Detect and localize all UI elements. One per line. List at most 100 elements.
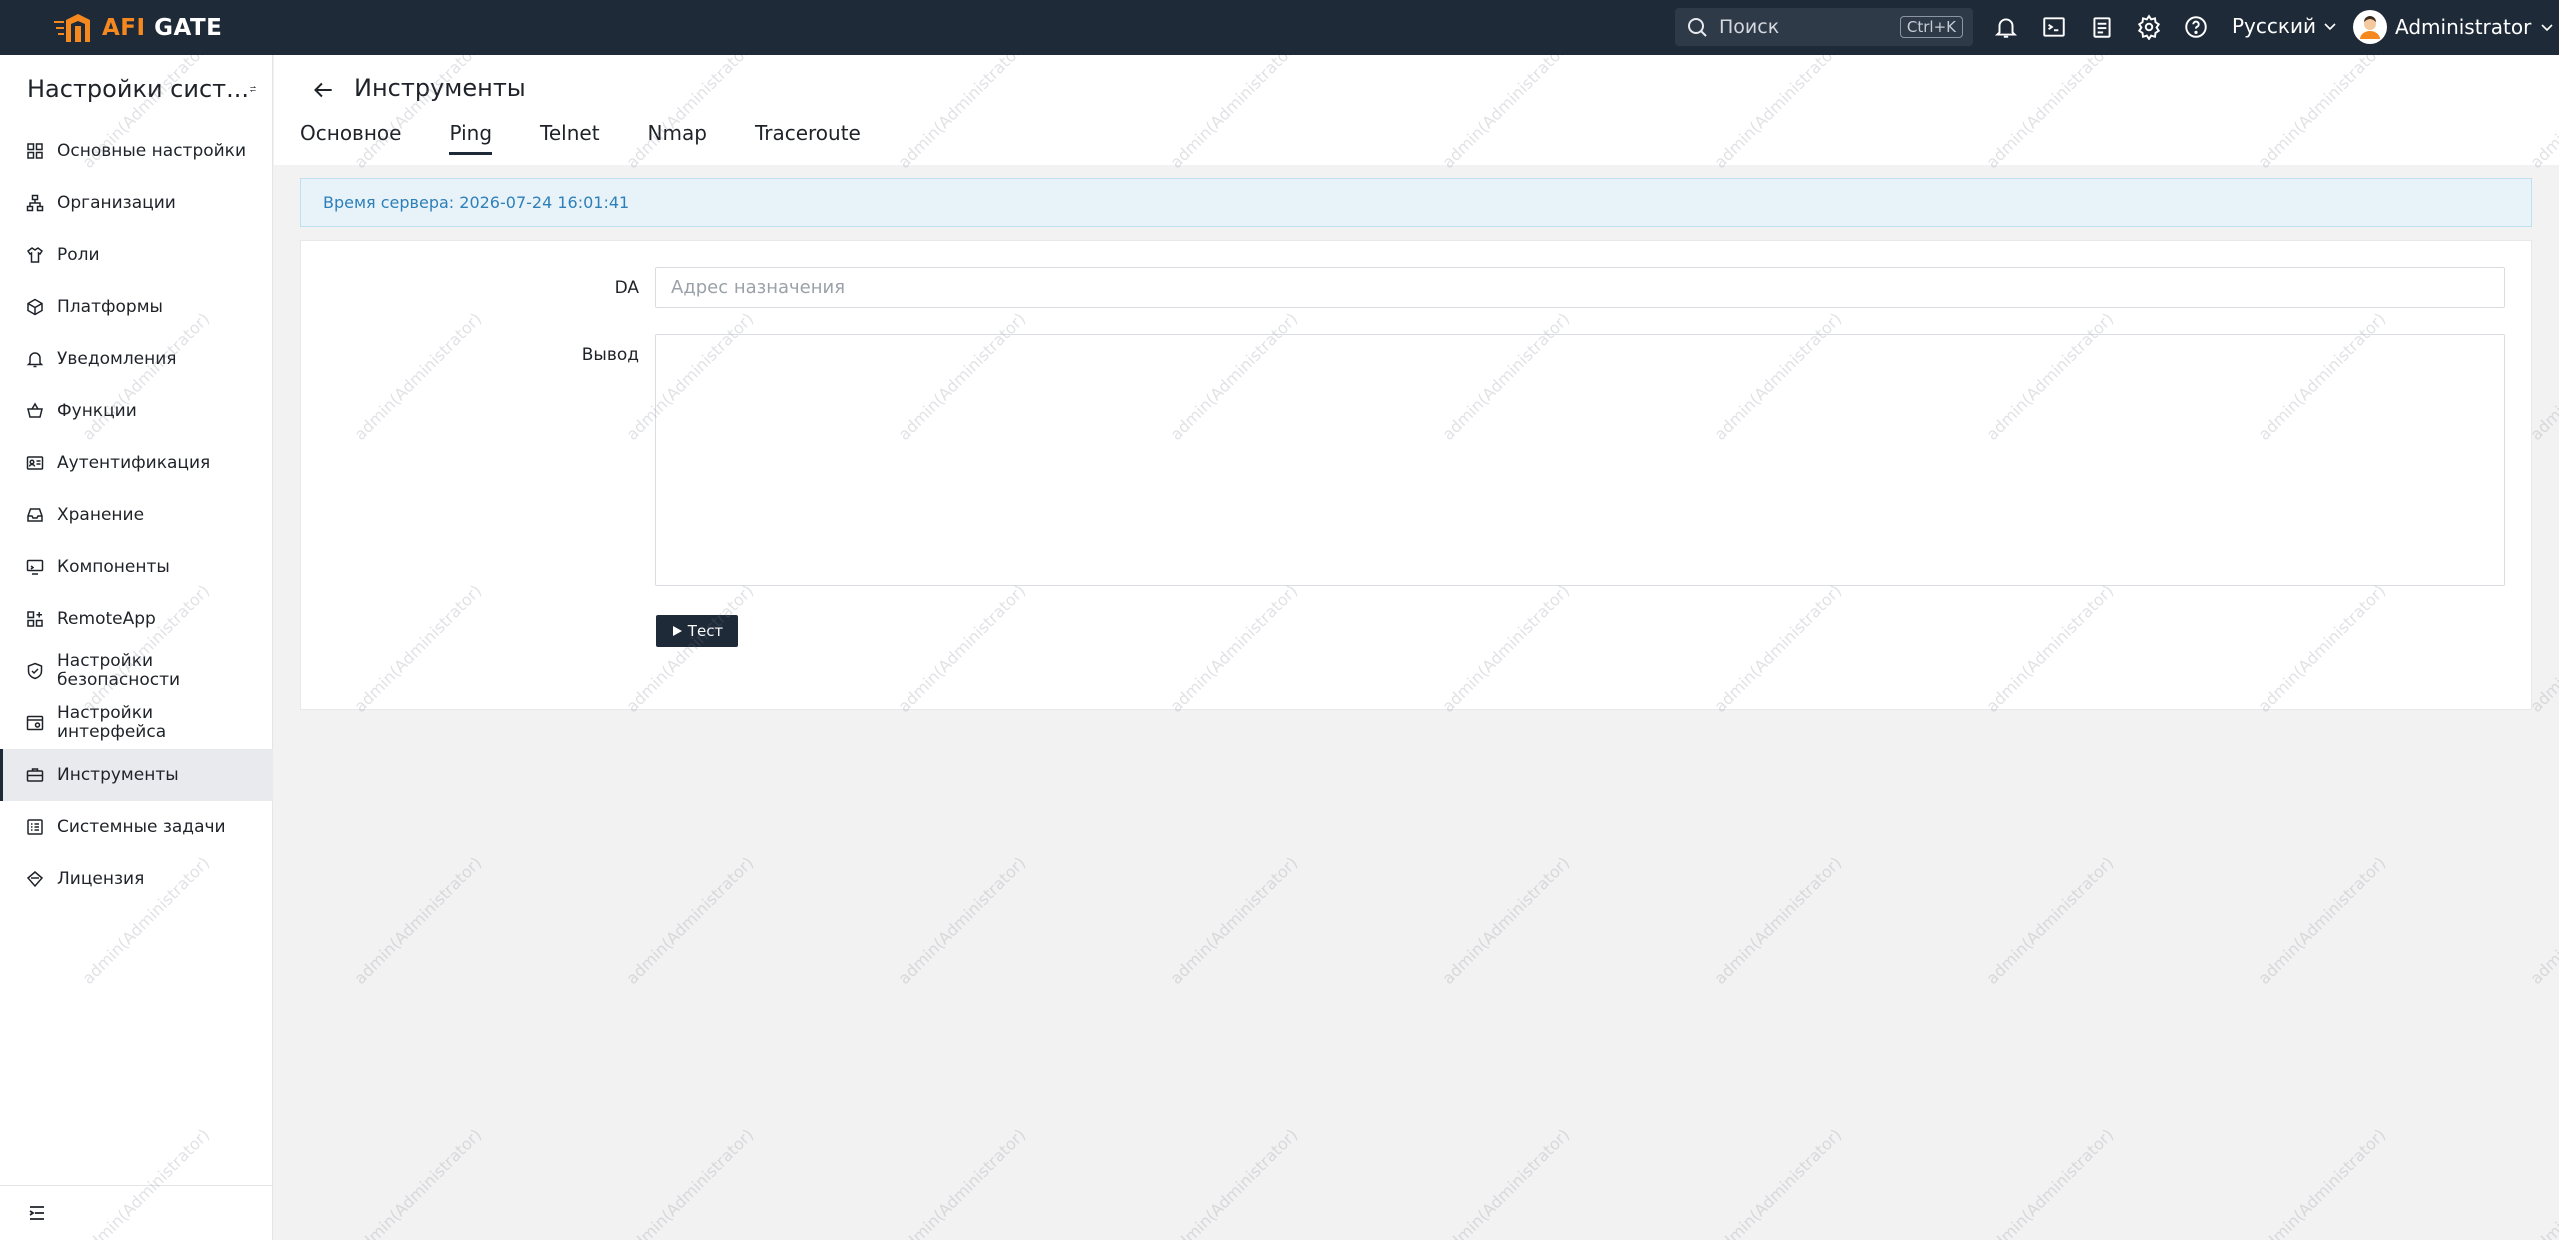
sidebar-item-interface-settings[interactable]: Настройки интерфейса <box>0 697 273 749</box>
search-placeholder: Поиск <box>1719 16 1780 38</box>
page-title: Инструменты <box>354 74 526 102</box>
sidebar-item-tools[interactable]: Инструменты <box>0 749 273 801</box>
id-card-icon <box>26 456 44 470</box>
tasks-icon <box>27 819 43 835</box>
sidebar-item-license[interactable]: Лицензия <box>0 853 273 905</box>
watermark-text: admin(Administrator) <box>622 853 758 988</box>
sidebar-item-organizations[interactable]: Организации <box>0 177 273 229</box>
logo-text-rest: GATE <box>154 15 223 41</box>
gear-icon[interactable] <box>2136 14 2162 40</box>
collapse-menu-icon[interactable] <box>27 1203 47 1223</box>
clipboard-icon[interactable] <box>2089 14 2115 40</box>
sidebar-item-label: Роли <box>57 245 100 265</box>
terminal-icon[interactable] <box>2041 14 2067 40</box>
sidebar-item-label: RemoteApp <box>57 609 156 629</box>
back-arrow-icon[interactable] <box>310 77 336 103</box>
sidebar-item-authentication[interactable]: Аутентификация <box>0 437 273 489</box>
test-button-label: Тест <box>687 622 724 640</box>
sidebar-item-components[interactable]: Компоненты <box>0 541 273 593</box>
watermark-text: admin(Administrator) <box>2254 1125 2390 1240</box>
inbox-icon <box>27 508 43 522</box>
tab-ping[interactable]: Ping <box>449 121 492 155</box>
sidebar-item-storage[interactable]: Хранение <box>0 489 273 541</box>
watermark-text: admin(Administrator) <box>1438 1125 1574 1240</box>
logo-text-accent: AFI <box>102 15 146 41</box>
settings-sidebar: Настройки сист... Основные настройки Орг… <box>0 55 273 1240</box>
server-time-alert: Время сервера: 2026-07-24 16:01:41 <box>300 178 2532 227</box>
shirt-icon <box>26 247 44 263</box>
sidebar-item-notifications[interactable]: Уведомления <box>0 333 273 385</box>
watermark-text: admin(Administrator) <box>350 853 486 988</box>
sidebar-item-label: Уведомления <box>57 349 177 369</box>
switch-arrows-icon[interactable] <box>249 77 257 101</box>
sidebar-title: Настройки сист... <box>27 75 250 103</box>
sidebar-item-security-settings[interactable]: Настройки безопасности <box>0 645 273 697</box>
sidebar-item-label: Организации <box>57 193 176 213</box>
watermark-text: admin(Administrator) <box>622 1125 758 1240</box>
tools-tabs: Основное Ping Telnet Nmap Traceroute <box>300 121 909 155</box>
sidebar-item-label: Хранение <box>57 505 145 525</box>
sidebar-item-label: Платформы <box>57 297 163 317</box>
watermark-text: admin(Administrator) <box>1166 853 1302 988</box>
app-logo[interactable]: AFI GATE <box>52 12 222 44</box>
help-icon[interactable] <box>2183 14 2209 40</box>
sidebar-item-label: Инструменты <box>57 765 179 785</box>
tab-telnet[interactable]: Telnet <box>540 121 600 155</box>
sidebar-item-label: Лицензия <box>57 869 145 889</box>
watermark-text: admin(Administrator) <box>2526 1125 2559 1240</box>
test-button[interactable]: Тест <box>656 615 738 647</box>
user-menu[interactable]: Administrator <box>2353 10 2555 44</box>
logo-mark-icon <box>54 14 90 42</box>
ping-form-card: DA Вывод Тест <box>300 240 2532 710</box>
watermark-text: admin(Administrator) <box>1166 1125 1302 1240</box>
apps-icon <box>27 611 43 627</box>
sidebar-item-platforms[interactable]: Платформы <box>0 281 273 333</box>
sidebar-item-roles[interactable]: Роли <box>0 229 273 281</box>
avatar <box>2353 10 2387 44</box>
chevron-down-icon <box>2541 24 2553 32</box>
sidebar-item-label: Настройки безопасности <box>57 651 181 690</box>
basket-icon <box>27 402 43 418</box>
bell-icon[interactable] <box>1993 14 2019 40</box>
shield-icon <box>27 662 43 680</box>
sidebar-item-basic-settings[interactable]: Основные настройки <box>0 125 273 177</box>
watermark-text: admin(Administrator) <box>1710 853 1846 988</box>
output-label: Вывод <box>581 345 639 365</box>
watermark-text: admin(Administrator) <box>350 1125 486 1240</box>
sidebar-item-label: Функции <box>57 401 137 421</box>
watermark-text: admin(Administrator) <box>1710 1125 1846 1240</box>
tab-nmap[interactable]: Nmap <box>648 121 707 155</box>
sidebar-item-remoteapp[interactable]: RemoteApp <box>0 593 273 645</box>
bell-icon <box>26 352 44 368</box>
tab-basic[interactable]: Основное <box>300 121 401 155</box>
global-search[interactable]: Поиск Ctrl+K <box>1675 8 1973 46</box>
watermark-text: admin(Administrator) <box>2526 853 2559 988</box>
sidebar-footer <box>0 1185 273 1240</box>
search-shortcut-badge: Ctrl+K <box>1899 16 1963 38</box>
sidebar-item-label: Аутентификация <box>57 453 211 473</box>
destination-address-input[interactable] <box>655 267 2505 308</box>
language-selector[interactable]: Русский <box>2232 14 2338 38</box>
monitor-icon <box>26 559 44 575</box>
watermark-text: admin(Administrator) <box>2254 853 2390 988</box>
output-textarea[interactable] <box>655 334 2505 586</box>
sidebar-item-functions[interactable]: Функции <box>0 385 273 437</box>
tab-traceroute[interactable]: Traceroute <box>755 121 861 155</box>
watermark-text: admin(Administrator) <box>1982 853 2118 988</box>
sidebar-item-label: Компоненты <box>57 557 170 577</box>
watermark-text: admin(Administrator) <box>1982 1125 2118 1240</box>
toolbox-icon <box>26 768 44 782</box>
watermark-text: admin(Administrator) <box>894 853 1030 988</box>
play-icon <box>672 626 682 636</box>
watermark-text: admin(Administrator) <box>1438 853 1574 988</box>
user-name: Administrator <box>2395 15 2532 39</box>
sidebar-header: Настройки сист... <box>27 75 257 103</box>
user-avatar-icon <box>2360 16 2380 39</box>
sidebar-item-system-tasks[interactable]: Системные задачи <box>0 801 273 853</box>
interface-icon <box>26 715 44 731</box>
sidebar-item-label: Основные настройки <box>57 141 247 161</box>
diamond-icon <box>26 871 44 888</box>
search-icon <box>1688 18 1707 37</box>
watermark-text: admin(Administrator) <box>894 1125 1030 1240</box>
logo-text: AFI GATE <box>102 15 222 41</box>
